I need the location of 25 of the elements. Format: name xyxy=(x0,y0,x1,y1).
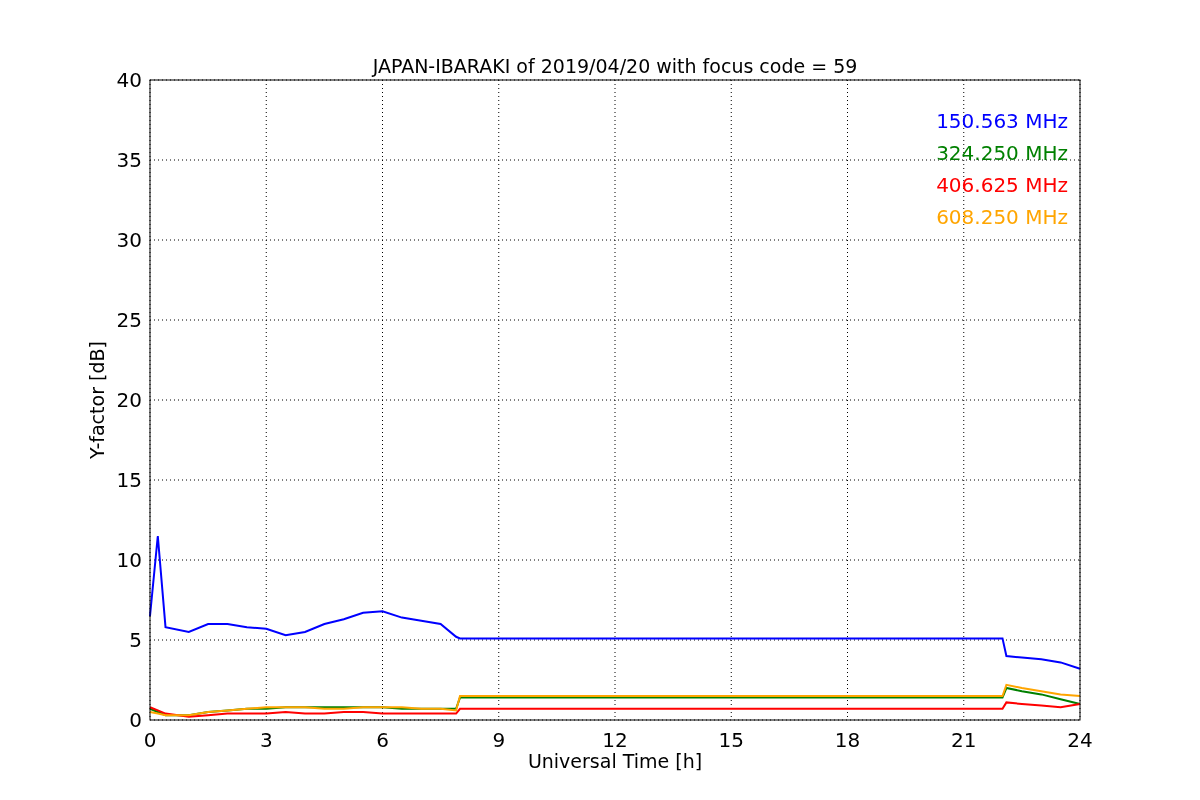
tick-label: 21 xyxy=(951,728,977,752)
tick-label: 20 xyxy=(116,388,142,412)
tick-label: 35 xyxy=(116,148,142,172)
tick-label: 5 xyxy=(129,628,142,652)
tick-label: 6 xyxy=(376,728,389,752)
axis-title: Y-factor [dB] xyxy=(86,341,108,459)
legend-label: 324.250 MHz xyxy=(936,141,1068,165)
tick-label: 25 xyxy=(116,308,142,332)
legend-label: 608.250 MHz xyxy=(936,205,1068,229)
tick-label: 12 xyxy=(602,728,628,752)
tick-label: 3 xyxy=(259,728,273,752)
tick-label: 10 xyxy=(116,548,142,572)
legend-label: 150.563 MHz xyxy=(936,109,1068,133)
chart-title: JAPAN-IBARAKI of 2019/04/20 with focus code = 59 xyxy=(372,55,858,77)
tick-label: 0 xyxy=(143,728,157,752)
legend-label: 406.625 MHz xyxy=(936,173,1068,197)
tick-label: 40 xyxy=(116,68,142,92)
tick-label: 18 xyxy=(834,728,861,752)
tick-label: 9 xyxy=(492,728,506,752)
tick-label: 15 xyxy=(116,468,142,492)
axis-title: Universal Time [h] xyxy=(527,750,703,772)
tick-label: 15 xyxy=(718,728,744,752)
tick-label: 24 xyxy=(1067,728,1093,752)
tick-label: 30 xyxy=(116,228,142,252)
tick-label: 0 xyxy=(129,708,142,732)
